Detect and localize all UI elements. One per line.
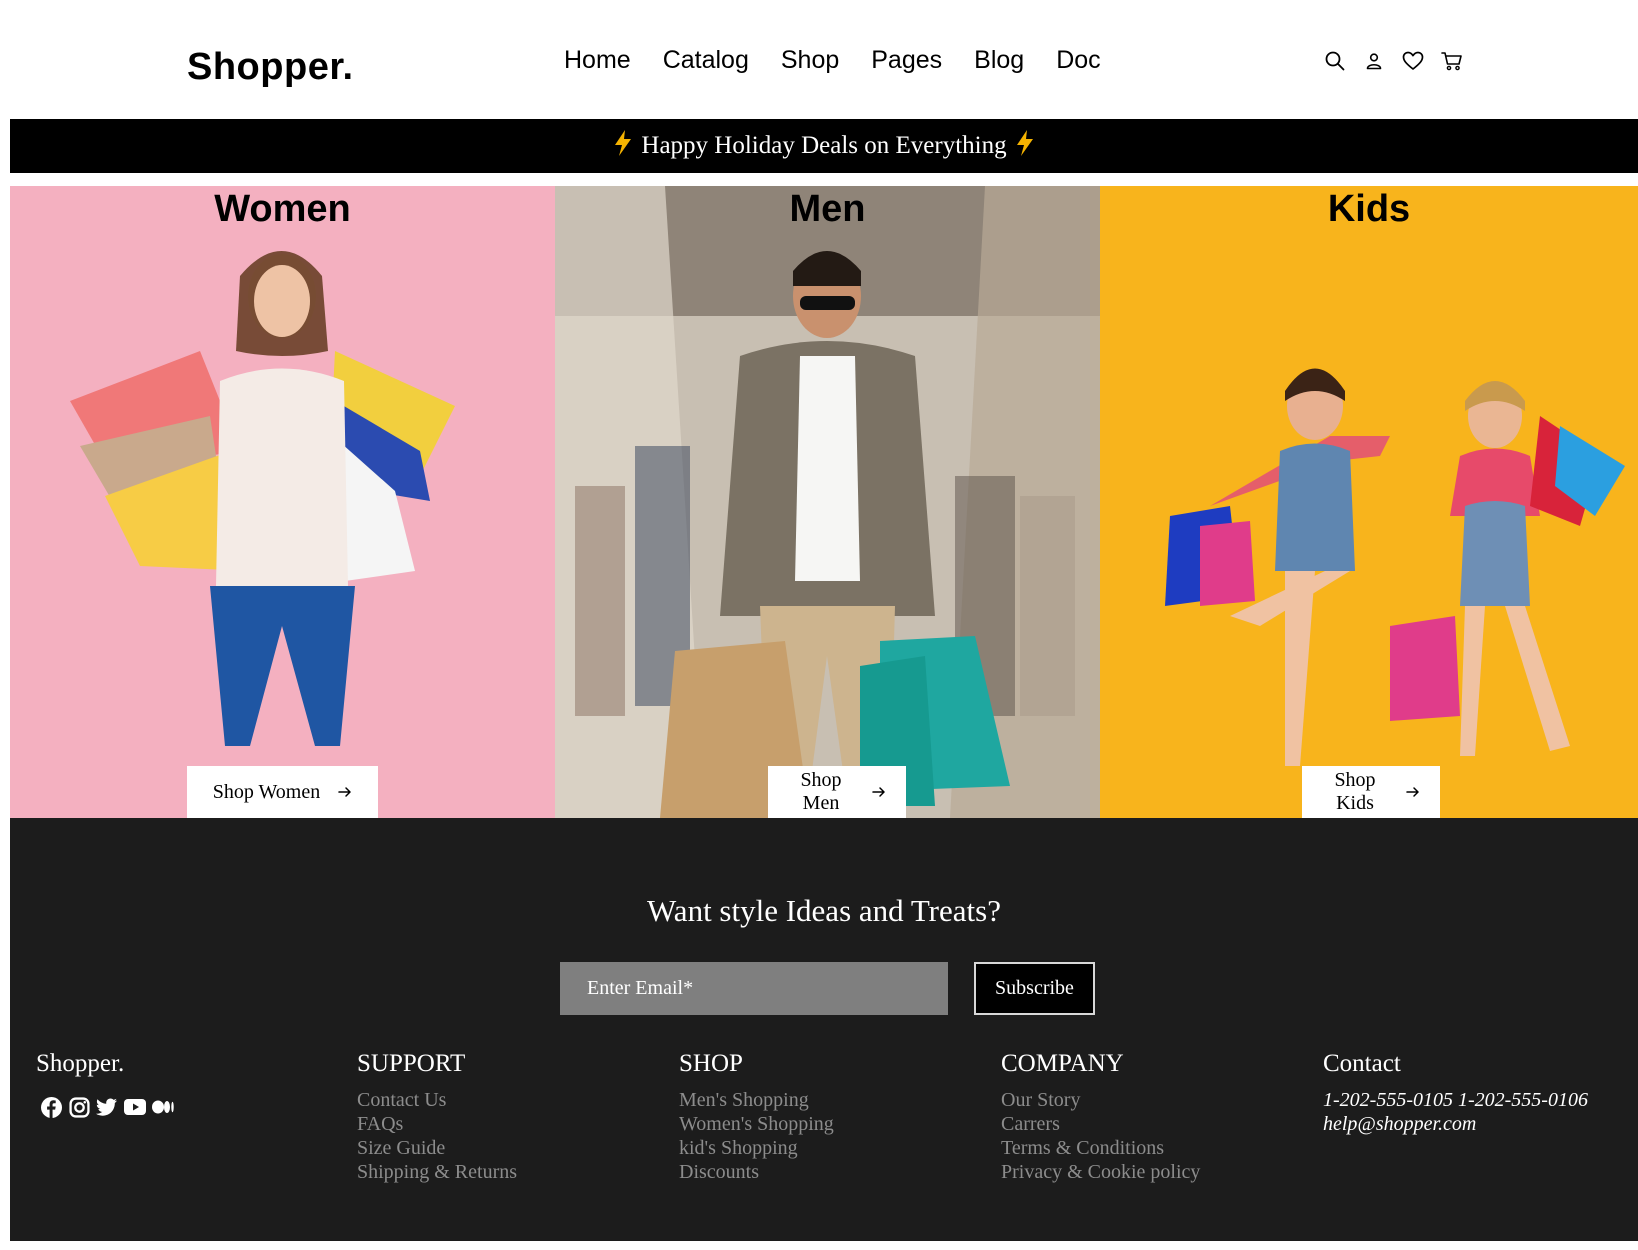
kids-shopper-image <box>1100 186 1638 818</box>
footer-link-discounts[interactable]: Discounts <box>679 1160 834 1184</box>
user-icon[interactable] <box>1363 50 1385 72</box>
site-header: Shopper. Home Catalog Shop Pages Blog Do… <box>0 0 1638 118</box>
nav-pages[interactable]: Pages <box>871 46 942 75</box>
category-panel-kids[interactable]: Kids Shop Kids <box>1100 186 1638 818</box>
footer-link-faqs[interactable]: FAQs <box>357 1112 517 1136</box>
nav-shop[interactable]: Shop <box>781 46 839 75</box>
contact-details: 1-202-555-0105 1-202-555-0106 help@shopp… <box>1323 1088 1588 1136</box>
arrow-right-icon <box>1406 781 1420 804</box>
support-heading: SUPPORT <box>357 1050 466 1077</box>
social-links <box>40 1096 174 1118</box>
contact-heading: Contact <box>1323 1050 1401 1077</box>
footer-link-contact-us[interactable]: Contact Us <box>357 1088 517 1112</box>
category-hero: Women Shop Women Men Shop Men Kids Shop … <box>10 186 1638 818</box>
promo-banner: Happy Holiday Deals on Everything <box>10 119 1638 173</box>
site-logo[interactable]: Shopper. <box>187 46 354 89</box>
category-panel-men[interactable]: Men Shop Men <box>555 186 1100 818</box>
arrow-right-icon <box>872 781 886 804</box>
category-title-women: Women <box>214 188 351 230</box>
lightning-icon <box>1015 129 1035 164</box>
email-input[interactable] <box>560 962 948 1015</box>
footer-link-kids-shopping[interactable]: kid's Shopping <box>679 1136 834 1160</box>
medium-icon[interactable] <box>152 1096 174 1118</box>
arrow-right-icon <box>338 781 352 804</box>
nav-doc[interactable]: Doc <box>1056 46 1100 75</box>
footer-brand-column: Shopper. <box>36 1050 174 1118</box>
footer-link-mens-shopping[interactable]: Men's Shopping <box>679 1088 834 1112</box>
contact-email[interactable]: help@shopper.com <box>1323 1112 1588 1136</box>
footer-link-careers[interactable]: Carrers <box>1001 1112 1200 1136</box>
instagram-icon[interactable] <box>68 1096 90 1118</box>
nav-catalog[interactable]: Catalog <box>663 46 749 75</box>
site-footer: Want style Ideas and Treats? Subscribe S… <box>10 818 1638 1241</box>
category-panel-women[interactable]: Women Shop Women <box>10 186 555 818</box>
shop-kids-button[interactable]: Shop Kids <box>1302 766 1440 818</box>
company-links: Our Story Carrers Terms & Conditions Pri… <box>1001 1088 1200 1184</box>
footer-link-privacy[interactable]: Privacy & Cookie policy <box>1001 1160 1200 1184</box>
shop-men-button[interactable]: Shop Men <box>768 766 906 818</box>
footer-logo[interactable]: Shopper. <box>36 1050 174 1078</box>
footer-link-our-story[interactable]: Our Story <box>1001 1088 1200 1112</box>
men-shopper-image <box>555 186 1100 818</box>
shop-women-button[interactable]: Shop Women <box>187 766 378 818</box>
shop-women-label: Shop Women <box>212 780 321 803</box>
newsletter-title: Want style Ideas and Treats? <box>647 893 1001 928</box>
facebook-icon[interactable] <box>40 1096 62 1118</box>
subscribe-button[interactable]: Subscribe <box>974 962 1095 1015</box>
heart-icon[interactable] <box>1402 50 1424 72</box>
nav-blog[interactable]: Blog <box>974 46 1024 75</box>
header-actions <box>1324 50 1463 72</box>
search-icon[interactable] <box>1324 50 1346 72</box>
youtube-icon[interactable] <box>124 1096 146 1118</box>
shop-links: Men's Shopping Women's Shopping kid's Sh… <box>679 1088 834 1184</box>
footer-support-column: SUPPORT Contact Us FAQs Size Guide Shipp… <box>357 1050 517 1184</box>
main-nav: Home Catalog Shop Pages Blog Doc <box>564 46 1101 75</box>
company-heading: COMPANY <box>1001 1050 1124 1077</box>
promo-text: Happy Holiday Deals on Everything <box>641 132 1007 159</box>
shop-men-label: Shop Men <box>800 769 842 814</box>
women-shopper-image <box>10 186 555 818</box>
twitter-icon[interactable] <box>96 1096 118 1118</box>
nav-home[interactable]: Home <box>564 46 631 75</box>
category-title-men: Men <box>789 188 866 230</box>
footer-link-shipping-returns[interactable]: Shipping & Returns <box>357 1160 517 1184</box>
footer-link-size-guide[interactable]: Size Guide <box>357 1136 517 1160</box>
category-title-kids: Kids <box>1327 188 1411 230</box>
footer-shop-column: SHOP Men's Shopping Women's Shopping kid… <box>679 1050 834 1184</box>
contact-phones: 1-202-555-0105 1-202-555-0106 <box>1323 1089 1588 1111</box>
cart-icon[interactable] <box>1441 50 1463 72</box>
support-links: Contact Us FAQs Size Guide Shipping & Re… <box>357 1088 517 1184</box>
shop-heading: SHOP <box>679 1050 743 1077</box>
footer-company-column: COMPANY Our Story Carrers Terms & Condit… <box>1001 1050 1200 1184</box>
footer-contact-column: Contact 1-202-555-0105 1-202-555-0106 he… <box>1323 1050 1588 1136</box>
footer-link-womens-shopping[interactable]: Women's Shopping <box>679 1112 834 1136</box>
footer-link-terms[interactable]: Terms & Conditions <box>1001 1136 1200 1160</box>
shop-kids-label: Shop Kids <box>1334 769 1376 814</box>
lightning-icon <box>613 129 633 164</box>
